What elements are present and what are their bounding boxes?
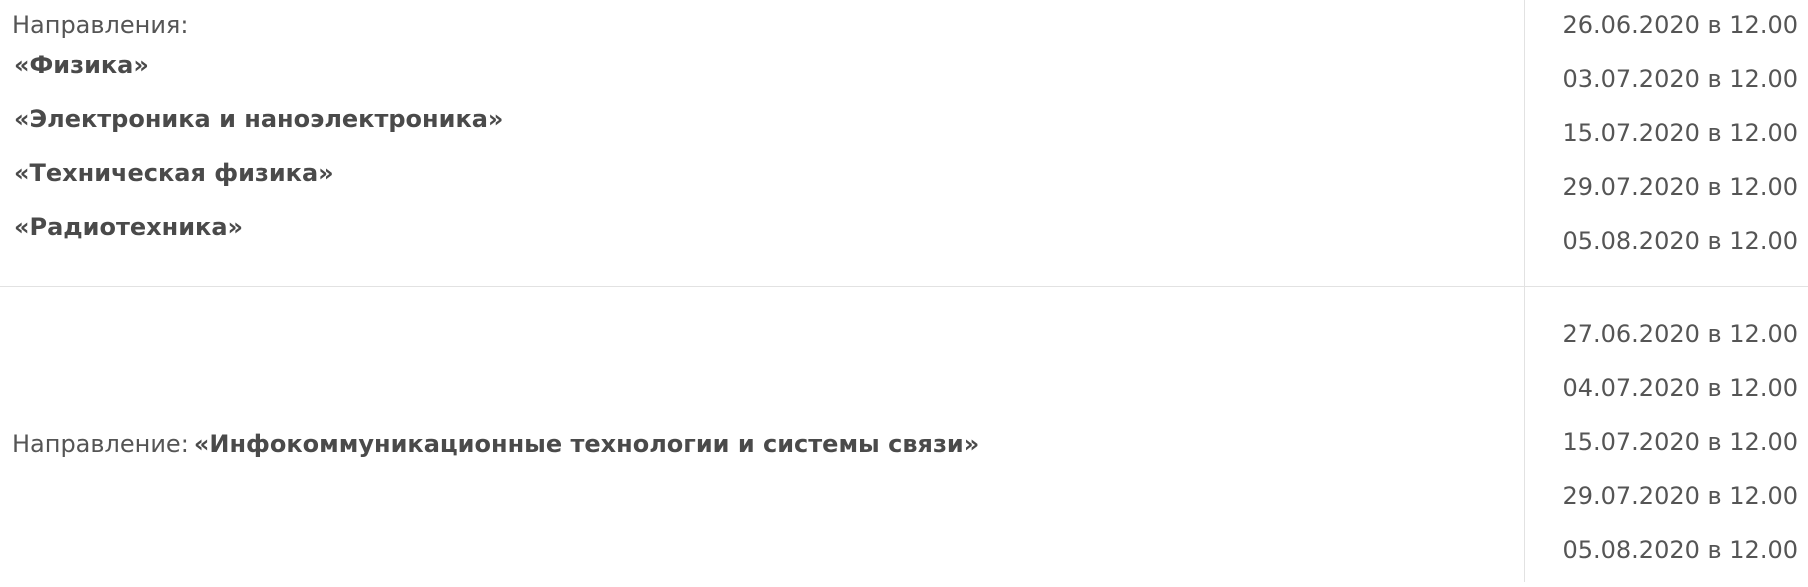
date-item: 05.08.2020 в 12.00 bbox=[1562, 536, 1798, 564]
dates-list: 26.06.2020 в 12.00 03.07.2020 в 12.00 15… bbox=[1562, 8, 1798, 278]
direction-item: «Радиотехника» bbox=[14, 213, 244, 241]
directions-list: «Физика» «Электроника и наноэлектроника»… bbox=[14, 49, 503, 265]
date-item: 05.08.2020 в 12.00 bbox=[1562, 227, 1798, 255]
table-row: Направление: «Инфокоммуникационные техно… bbox=[0, 287, 1808, 582]
directions-label: Направления: bbox=[12, 11, 189, 39]
direction-item: «Электроника и наноэлектроника» bbox=[14, 105, 504, 133]
table-row: Направления: «Физика» «Электроника и нан… bbox=[0, 0, 1808, 287]
date-item: 15.07.2020 в 12.00 bbox=[1562, 428, 1798, 456]
date-item: 15.07.2020 в 12.00 bbox=[1562, 119, 1798, 147]
date-item: 26.06.2020 в 12.00 bbox=[1562, 11, 1798, 39]
directions-cell: Направление: «Инфокоммуникационные техно… bbox=[0, 287, 1523, 582]
directions-cell: Направления: «Физика» «Электроника и нан… bbox=[0, 0, 1523, 286]
direction-item: «Физика» bbox=[14, 51, 149, 79]
date-item: 03.07.2020 в 12.00 bbox=[1562, 65, 1798, 93]
direction-label: Направление: bbox=[12, 430, 189, 458]
date-item: 29.07.2020 в 12.00 bbox=[1562, 173, 1798, 201]
dates-list: 27.06.2020 в 12.00 04.07.2020 в 12.00 15… bbox=[1562, 317, 1798, 587]
direction-item: «Инфокоммуникационные технологии и систе… bbox=[193, 430, 980, 458]
date-item: 29.07.2020 в 12.00 bbox=[1562, 482, 1798, 510]
date-item: 04.07.2020 в 12.00 bbox=[1562, 374, 1798, 402]
date-item: 27.06.2020 в 12.00 bbox=[1562, 320, 1798, 348]
dates-cell: 26.06.2020 в 12.00 03.07.2020 в 12.00 15… bbox=[1524, 0, 1808, 286]
direction-item: «Техническая физика» bbox=[14, 159, 334, 187]
schedule-table: Направления: «Физика» «Электроника и нан… bbox=[0, 0, 1808, 582]
direction-line: Направление: «Инфокоммуникационные техно… bbox=[12, 427, 979, 464]
dates-cell: 27.06.2020 в 12.00 04.07.2020 в 12.00 15… bbox=[1524, 287, 1808, 582]
